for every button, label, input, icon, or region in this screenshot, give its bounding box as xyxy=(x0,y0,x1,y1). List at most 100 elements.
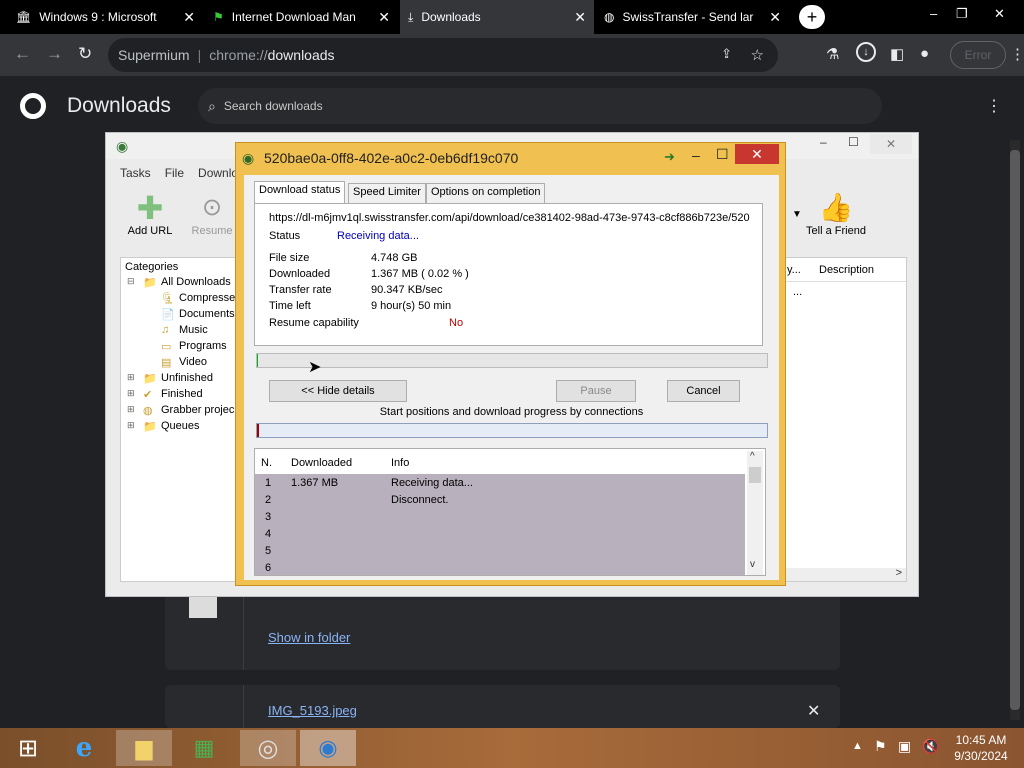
table-row[interactable]: 1 1.367 MB Receiving data... xyxy=(255,477,745,494)
tree-expander-icon[interactable]: ⊞ xyxy=(127,404,135,415)
tree-item-label[interactable]: Documents xyxy=(179,308,235,320)
tab-0[interactable]: 🏛 Windows 9 : Microsoft ✕ xyxy=(8,0,203,34)
tree-item-label[interactable]: All Downloads xyxy=(161,276,231,288)
omnibox-separator: | xyxy=(197,47,202,63)
search-input[interactable]: ⌕ Search downloads xyxy=(198,88,882,124)
hide-details-button[interactable]: << Hide details xyxy=(269,380,407,402)
tree-expander-icon[interactable]: ⊟ xyxy=(127,276,135,287)
network-icon[interactable]: ▣ xyxy=(898,738,911,755)
browser-button[interactable]: ◎ xyxy=(240,730,296,766)
tab-download-status[interactable]: Download status xyxy=(254,181,346,203)
tab-2[interactable]: ⤓ Downloads ✕ xyxy=(400,0,594,34)
tree-expander-icon[interactable]: ⊞ xyxy=(127,372,135,383)
forward-icon[interactable]: → xyxy=(46,44,63,64)
divider xyxy=(243,685,244,728)
tree-item-label[interactable]: Unfinished xyxy=(161,372,213,384)
new-tab-button[interactable]: + xyxy=(799,5,825,29)
downloads-icon[interactable]: ↓ xyxy=(856,42,876,62)
sidebar-icon[interactable]: ◧ xyxy=(890,45,904,63)
cancel-button[interactable]: Cancel xyxy=(667,380,740,402)
tree-item-label[interactable]: Finished xyxy=(161,388,203,400)
omnibox[interactable]: Supermium | chrome:// downloads ☆ ⇪ xyxy=(108,38,778,72)
tree-item-label[interactable]: Programs xyxy=(179,340,227,352)
column-header-n[interactable]: N. xyxy=(261,457,272,469)
categories-label: Categories xyxy=(125,261,179,273)
menu-icon[interactable]: ⋮ xyxy=(1010,45,1024,63)
idm-globe-icon: ◉ xyxy=(116,138,129,154)
maximize-icon[interactable]: ☐ xyxy=(716,146,729,163)
close-dialog-button[interactable]: ✕ xyxy=(735,144,779,164)
file-link[interactable]: IMG_5193.jpeg xyxy=(268,703,357,718)
maximize-icon[interactable]: ☐ xyxy=(848,135,859,149)
minimize-icon[interactable]: – xyxy=(820,135,827,149)
show-in-folder-link[interactable]: Show in folder xyxy=(268,630,350,645)
column-header-partial[interactable]: y... xyxy=(787,264,801,276)
close-icon[interactable]: ✕ xyxy=(378,9,390,26)
minimize-icon[interactable]: – xyxy=(692,147,700,163)
idm-taskbar-button[interactable]: ◉ xyxy=(300,730,356,766)
page-scrollbar[interactable] xyxy=(1010,140,1020,720)
dropdown-arrow-icon[interactable]: ▼ xyxy=(792,209,802,220)
tree-expander-icon[interactable]: ⊞ xyxy=(127,420,135,431)
menu-downloads[interactable]: Downlo xyxy=(198,166,238,180)
store-button[interactable]: ▦ xyxy=(176,730,232,766)
table-row[interactable]: 5 xyxy=(255,545,745,562)
explorer-button[interactable]: ▆ xyxy=(116,730,172,766)
tab-3[interactable]: ◍ SwissTransfer - Send lar ✕ xyxy=(596,0,789,34)
table-row[interactable]: 2 Disconnect. xyxy=(255,494,745,511)
more-icon[interactable]: ⋮ xyxy=(986,96,1002,116)
tree-item-label[interactable]: Music xyxy=(179,324,208,336)
remove-icon[interactable]: ✕ xyxy=(807,701,820,721)
tell-friend-button[interactable]: 👍 Tell a Friend xyxy=(804,191,868,237)
volume-muted-icon[interactable]: 🔇 xyxy=(922,738,939,755)
tree-item-label[interactable]: Grabber projec xyxy=(161,404,234,416)
tab-speed-limiter[interactable]: Speed Limiter xyxy=(348,183,426,203)
field-label: Downloaded xyxy=(269,268,331,280)
close-icon[interactable]: ✕ xyxy=(574,9,586,26)
close-window-icon[interactable]: ✕ xyxy=(994,6,1005,22)
table-row[interactable]: 6 xyxy=(255,562,745,579)
downloads-header: Downloads ⌕ Search downloads ⋮ xyxy=(0,76,1024,136)
start-button[interactable]: ⊞ xyxy=(0,730,56,766)
restore-icon[interactable]: ❐ xyxy=(956,6,968,22)
mouse-cursor-icon: ➤ xyxy=(308,359,322,376)
clock[interactable]: 10:45 AM 9/30/2024 xyxy=(948,732,1014,764)
ie-button[interactable]: e xyxy=(56,730,112,766)
minimize-icon[interactable]: – xyxy=(930,6,937,21)
vertical-scrollbar[interactable]: ^ v xyxy=(747,451,763,575)
column-header-description[interactable]: Description xyxy=(819,264,874,276)
close-icon[interactable]: ✕ xyxy=(870,134,912,154)
horizontal-scrollbar[interactable]: > xyxy=(781,567,906,581)
resume-button[interactable]: ⊙ Resume xyxy=(184,191,240,237)
tray-expand-icon[interactable]: ▲ xyxy=(852,740,863,752)
table-row[interactable]: 4 xyxy=(255,528,745,545)
flask-icon[interactable]: ⚗ xyxy=(826,45,839,63)
action-center-icon[interactable]: ⚑ xyxy=(874,738,887,755)
scroll-right-icon[interactable]: > xyxy=(896,567,902,579)
profile-icon[interactable]: ● xyxy=(920,45,929,62)
reload-icon[interactable]: ↻ xyxy=(78,44,92,64)
tab-1[interactable]: ⚑ Internet Download Man ✕ xyxy=(205,0,398,34)
share-icon[interactable]: ⇪ xyxy=(721,46,732,62)
add-url-button[interactable]: ✚ Add URL xyxy=(120,191,180,237)
menu-file[interactable]: File xyxy=(165,166,184,180)
scroll-up-icon[interactable]: ^ xyxy=(750,451,755,462)
tree-expander-icon[interactable]: ⊞ xyxy=(127,388,135,399)
table-row[interactable]: 3 xyxy=(255,511,745,528)
tree-item-label[interactable]: Video xyxy=(179,356,207,368)
tab-options-completion[interactable]: Options on completion xyxy=(426,183,546,203)
tree-item-label[interactable]: Compresse xyxy=(179,292,235,304)
menu-tasks[interactable]: Tasks xyxy=(120,166,151,180)
tree-item-label[interactable]: Queues xyxy=(161,420,200,432)
column-header-info[interactable]: Info xyxy=(391,457,409,469)
close-icon[interactable]: ✕ xyxy=(769,9,781,26)
scroll-thumb[interactable] xyxy=(749,467,761,483)
close-icon[interactable]: ✕ xyxy=(183,9,195,26)
error-button[interactable]: Error xyxy=(950,41,1006,69)
back-icon[interactable]: ← xyxy=(14,44,31,64)
pause-button[interactable]: Pause xyxy=(556,380,636,402)
column-header-downloaded[interactable]: Downloaded xyxy=(291,457,352,469)
star-icon[interactable]: ☆ xyxy=(751,46,764,64)
field-label: File size xyxy=(269,252,310,264)
scroll-down-icon[interactable]: v xyxy=(750,559,755,570)
